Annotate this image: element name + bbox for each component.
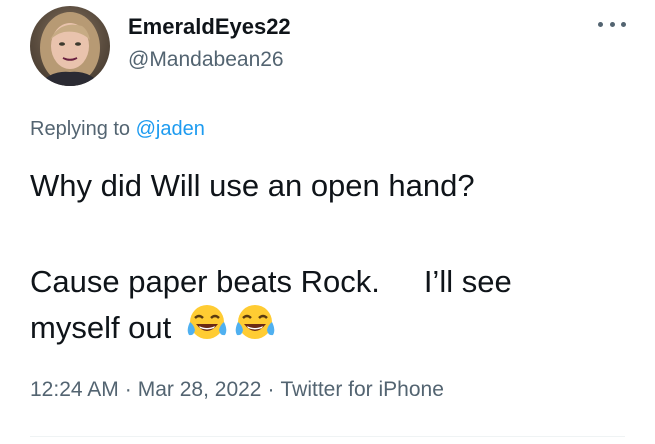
face-with-tears-of-joy-icon: [186, 302, 228, 352]
tweet-text-segment: myself out: [30, 310, 172, 346]
display-name[interactable]: EmeraldEyes22: [128, 14, 291, 40]
dot: [621, 21, 626, 27]
tweet-text-segment: I’ll see: [423, 264, 512, 299]
separator: ·: [267, 378, 275, 401]
tweet-metadata: 12:24 AM · Mar 28, 2022 · Twitter for iPhone: [30, 378, 444, 402]
dot: [609, 21, 615, 27]
mention-link[interactable]: @jaden: [136, 118, 205, 140]
tweet-text-line: Why did Will use an open hand?: [30, 168, 475, 203]
more-horizontal-icon[interactable]: [598, 14, 626, 34]
face-with-tears-of-joy-icon: [234, 302, 276, 352]
tweet-source[interactable]: Twitter for iPhone: [280, 378, 443, 401]
tweet-time[interactable]: 12:24 AM: [30, 378, 119, 401]
user-handle[interactable]: @Mandabean26: [128, 48, 284, 72]
replying-to-label: Replying to: [30, 118, 136, 140]
divider: [30, 436, 625, 437]
separator: ·: [124, 378, 132, 401]
tweet-text-line: Cause paper beats Rock. I’ll see: [30, 262, 512, 302]
tweet-text-segment: Cause paper beats Rock.: [30, 264, 380, 299]
tweet-date[interactable]: Mar 28, 2022: [138, 378, 262, 401]
avatar[interactable]: [30, 6, 110, 86]
dot: [598, 21, 603, 27]
tweet-text-line: myself out: [30, 305, 276, 352]
replying-to: Replying to @jaden: [30, 118, 205, 141]
tweet-card: EmeraldEyes22 @Mandabean26 Replying to @…: [0, 0, 655, 444]
